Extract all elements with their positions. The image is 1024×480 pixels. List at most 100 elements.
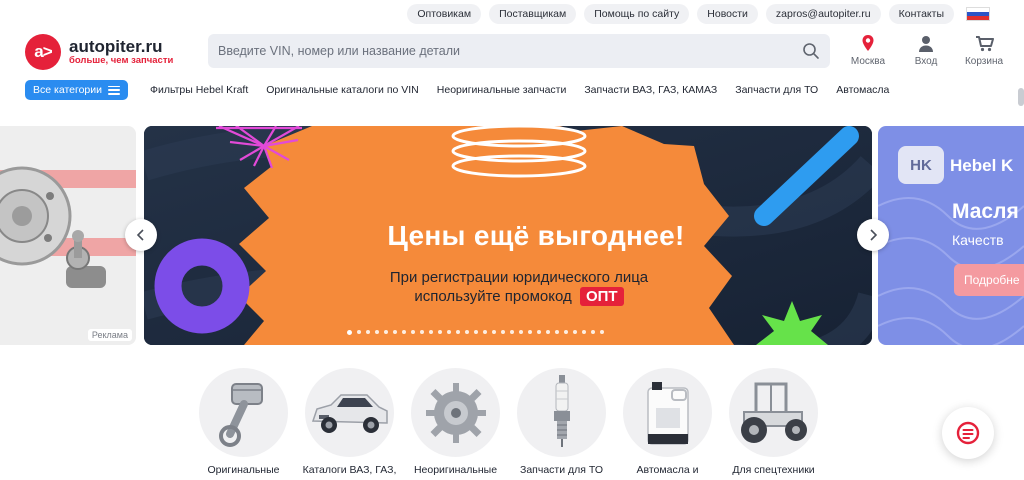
nav-item-vin-catalogs[interactable]: Оригинальные каталоги по VIN — [266, 84, 419, 96]
carousel-dot[interactable] — [438, 330, 442, 334]
carousel-dot[interactable] — [492, 330, 496, 334]
russian-flag-icon[interactable] — [966, 7, 990, 21]
category-tile-non-original[interactable]: Неоригинальные — [411, 368, 500, 478]
chevron-right-icon — [870, 229, 878, 241]
nav-item-hebel-filters[interactable]: Фильтры Hebel Kraft — [150, 84, 248, 96]
search-icon[interactable] — [802, 42, 820, 60]
carousel-dot[interactable] — [411, 330, 415, 334]
carousel-slide-active[interactable]: Цены ещё выгоднее! При регистрации юриди… — [144, 126, 872, 345]
carousel-dot[interactable] — [347, 329, 352, 335]
scrollbar-thumb[interactable] — [1018, 88, 1024, 106]
category-tile-vaz-gaz-catalogs[interactable]: Каталоги ВАЗ, ГАЗ, — [303, 368, 396, 478]
top-link-suppliers[interactable]: Поставщикам — [489, 4, 577, 24]
hebel-kraft-logo: HK — [898, 146, 944, 184]
promo-code-badge: ОПТ — [579, 287, 624, 306]
category-label: Каталоги ВАЗ, ГАЗ, — [302, 464, 397, 476]
promo-subtitle-line2: используйте промокод — [414, 288, 572, 305]
right-slide-subtitle: Качеств — [952, 232, 1004, 248]
site-logo[interactable]: a> autopiter.ru больше, чем запчасти — [25, 34, 173, 70]
carousel-dot[interactable] — [501, 330, 505, 334]
carousel-dot[interactable] — [456, 330, 460, 334]
carousel-dot[interactable] — [366, 330, 370, 334]
nav-item-maintenance-parts[interactable]: Запчасти для ТО — [735, 84, 818, 96]
carousel-prev-button[interactable] — [125, 219, 157, 251]
carousel-dot[interactable] — [573, 330, 577, 334]
top-links-bar: Оптовикам Поставщикам Помощь по сайту Но… — [407, 4, 990, 24]
nav-item-non-original[interactable]: Неоригинальные запчасти — [437, 84, 567, 96]
carousel-dot[interactable] — [402, 330, 406, 334]
category-tile-maintenance[interactable]: Запчасти для ТО — [517, 368, 606, 478]
carousel-dot[interactable] — [510, 330, 514, 334]
category-label: Запчасти для ТО — [520, 464, 603, 476]
right-slide-brand: Hebel K — [950, 156, 1014, 175]
category-nav: Все категории Фильтры Hebel Kraft Оригин… — [25, 80, 889, 100]
carousel-dot[interactable] — [420, 330, 424, 334]
all-categories-button[interactable]: Все категории — [25, 80, 128, 100]
car-icon — [305, 368, 394, 457]
carousel-dot[interactable] — [546, 330, 550, 334]
login-label: Вход — [914, 56, 938, 67]
ad-badge: Реклама — [87, 329, 132, 341]
carousel-dot[interactable] — [519, 330, 523, 334]
top-link-email[interactable]: zapros@autopiter.ru — [765, 4, 881, 24]
category-label: Неоригинальные — [413, 464, 498, 476]
promo-subtitle-line1: При регистрации юридического лица — [389, 269, 649, 286]
carousel-dot[interactable] — [375, 330, 379, 334]
chat-icon — [956, 421, 980, 445]
carousel-slide-previous[interactable]: Реклама — [0, 126, 136, 345]
right-slide-title: Масля — [952, 200, 1019, 223]
piston-icon — [199, 368, 288, 457]
carousel-dot[interactable] — [474, 330, 478, 334]
carousel-dot[interactable] — [357, 330, 361, 334]
nav-item-motor-oils[interactable]: Автомасла — [836, 84, 889, 96]
header-actions: Москва Вход Корзина — [846, 34, 1006, 67]
carousel-dot[interactable] — [555, 330, 559, 334]
top-link-wholesale[interactable]: Оптовикам — [407, 4, 482, 24]
top-link-contacts[interactable]: Контакты — [888, 4, 954, 24]
category-label: Для спецтехники — [732, 464, 815, 476]
search-input[interactable]: Введите VIN, номер или название детали — [208, 34, 830, 68]
user-icon — [918, 34, 934, 52]
spark-plug-icon — [517, 368, 606, 457]
carousel-dot[interactable] — [465, 330, 469, 334]
logo-tagline: больше, чем запчасти — [69, 55, 174, 66]
top-link-help[interactable]: Помощь по сайту — [584, 4, 690, 24]
all-categories-label: Все категории — [33, 84, 102, 96]
search-placeholder: Введите VIN, номер или название детали — [218, 44, 460, 58]
category-label: Оригинальные — [207, 464, 280, 476]
carousel-dot[interactable] — [483, 330, 487, 334]
carousel-dot[interactable] — [384, 330, 388, 334]
chevron-left-icon — [136, 229, 144, 241]
category-tile-special-machinery[interactable]: Для спецтехники — [729, 368, 818, 478]
carousel-dot[interactable] — [429, 330, 433, 334]
logo-brand: autopiter.ru — [69, 37, 163, 56]
cart-button[interactable]: Корзина — [962, 34, 1006, 67]
category-tiles: Оригинальные Каталоги ВАЗ, ГАЗ, Неоригин… — [199, 368, 818, 478]
right-slide-button[interactable]: Подробне — [954, 264, 1024, 296]
carousel-dot[interactable] — [447, 330, 451, 334]
category-tile-oils[interactable]: Автомасла и — [623, 368, 712, 478]
city-selector[interactable]: Москва — [846, 34, 890, 67]
carousel-next-button[interactable] — [857, 219, 889, 251]
carousel-dot[interactable] — [600, 330, 604, 334]
category-tile-original[interactable]: Оригинальные — [199, 368, 288, 478]
gear-icon — [411, 368, 500, 457]
chat-button[interactable] — [942, 407, 994, 459]
wheel-hub-icon — [0, 166, 106, 288]
carousel-dot[interactable] — [564, 330, 568, 334]
carousel-slide-next[interactable]: HK Hebel K Масля Качеств Подробне — [878, 126, 1024, 345]
nav-item-vaz-gaz-kamaz[interactable]: Запчасти ВАЗ, ГАЗ, КАМАЗ — [584, 84, 717, 96]
carousel-dot[interactable] — [537, 330, 541, 334]
top-link-news[interactable]: Новости — [697, 4, 758, 24]
carousel-dots — [347, 329, 604, 335]
carousel-dot[interactable] — [393, 330, 397, 334]
cart-label: Корзина — [964, 56, 1004, 67]
promo-title: Цены ещё выгоднее! — [387, 220, 685, 251]
login-button[interactable]: Вход — [904, 34, 948, 67]
carousel-dot[interactable] — [582, 330, 586, 334]
carousel-dot[interactable] — [591, 330, 595, 334]
tractor-icon — [729, 368, 818, 457]
city-label: Москва — [850, 56, 886, 67]
carousel-dot[interactable] — [528, 330, 532, 334]
oil-canister-icon — [623, 368, 712, 457]
